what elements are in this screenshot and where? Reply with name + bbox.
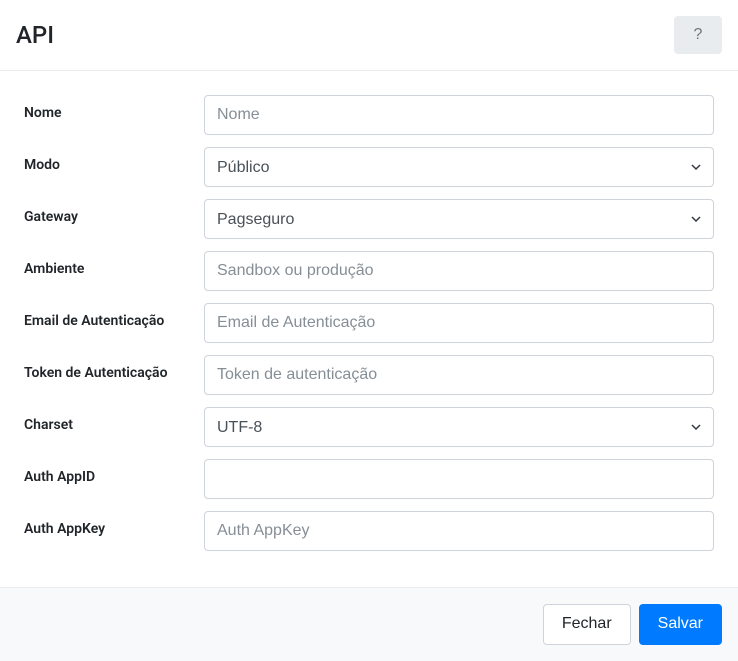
input-email[interactable]	[204, 303, 714, 343]
input-ambiente[interactable]	[204, 251, 714, 291]
label-modo: Modo	[24, 147, 204, 174]
label-token: Token de Autenticação	[24, 355, 204, 382]
field-modo: Modo Público	[24, 147, 714, 187]
modal-footer: Fechar Salvar	[0, 587, 738, 661]
label-nome: Nome	[24, 95, 204, 122]
label-charset: Charset	[24, 407, 204, 434]
field-gateway: Gateway Pagseguro	[24, 199, 714, 239]
page-title: API	[16, 21, 54, 49]
field-appid: Auth AppID	[24, 459, 714, 499]
help-button[interactable]: ?	[674, 16, 722, 54]
select-modo[interactable]: Público	[204, 147, 714, 187]
select-charset[interactable]: UTF-8	[204, 407, 714, 447]
select-gateway[interactable]: Pagseguro	[204, 199, 714, 239]
close-button[interactable]: Fechar	[543, 604, 631, 645]
label-appid: Auth AppID	[24, 459, 204, 486]
field-charset: Charset UTF-8	[24, 407, 714, 447]
input-appkey[interactable]	[204, 511, 714, 551]
label-gateway: Gateway	[24, 199, 204, 226]
field-appkey: Auth AppKey	[24, 511, 714, 551]
field-ambiente: Ambiente	[24, 251, 714, 291]
form-body: Nome Modo Público Gateway Pagseguro	[0, 71, 738, 587]
save-button[interactable]: Salvar	[639, 604, 722, 645]
label-email: Email de Autenticação	[24, 303, 204, 330]
input-token[interactable]	[204, 355, 714, 395]
input-nome[interactable]	[204, 95, 714, 135]
field-nome: Nome	[24, 95, 714, 135]
label-ambiente: Ambiente	[24, 251, 204, 278]
field-token: Token de Autenticação	[24, 355, 714, 395]
input-appid[interactable]	[204, 459, 714, 499]
field-email: Email de Autenticação	[24, 303, 714, 343]
label-appkey: Auth AppKey	[24, 511, 204, 538]
modal-header: API ?	[0, 0, 738, 71]
